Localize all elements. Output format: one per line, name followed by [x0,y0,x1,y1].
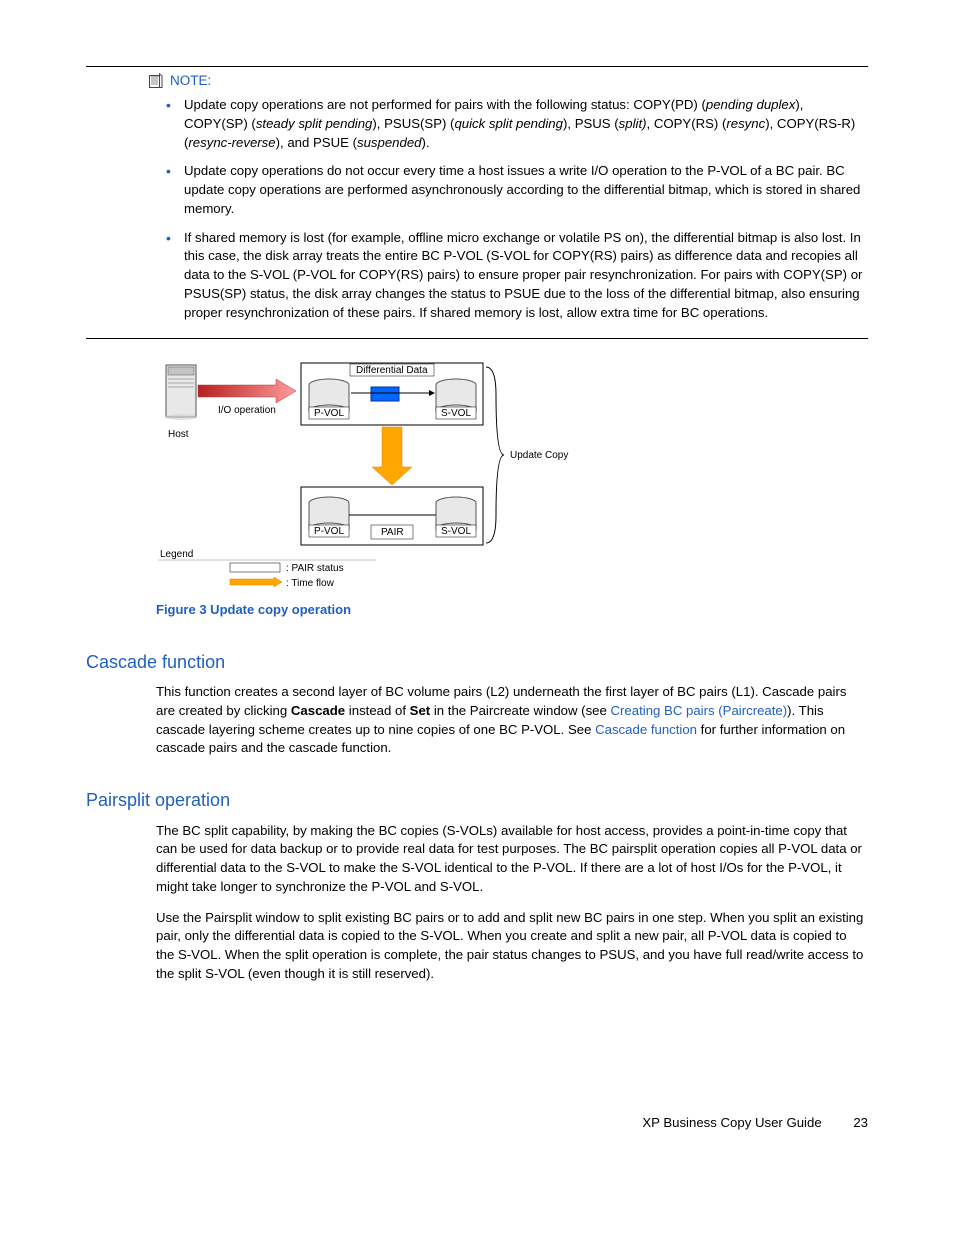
host-label: Host [168,429,189,440]
cascade-bold-2: Set [410,703,431,718]
footer-title: XP Business Copy User Guide [642,1115,821,1130]
document-page: NOTE: Update copy operations are not per… [0,0,954,1172]
figure-caption: Figure 3 Update copy operation [156,601,868,619]
note-bullet-1: Update copy operations are not performed… [184,96,868,152]
legend-pair-text: : PAIR status [286,563,344,574]
figure-diagram: Host I/O operation Differential Data [156,357,636,587]
diff-label: Differential Data [356,365,428,376]
pair-label: PAIR [381,527,404,538]
brace-icon [486,367,504,543]
note-top-rule [86,66,868,67]
note-bullet-list: Update copy operations are not performed… [86,96,868,322]
pairsplit-para-1: The BC split capability, by making the B… [156,822,868,897]
io-arrow-icon [198,379,296,403]
time-flow-arrow-icon [372,427,412,485]
note-header: NOTE: [148,71,868,90]
note-bullet-2: Update copy operations do not occur ever… [184,162,868,218]
svol-bottom-label: S-VOL [441,526,471,537]
legend-title: Legend [160,549,193,560]
svol-top-label: S-VOL [441,408,471,419]
io-label: I/O operation [218,405,276,416]
note-icon [148,73,164,89]
legend-pair-box-icon [230,563,280,572]
pairsplit-para-2: Use the Pairsplit window to split existi… [156,909,868,984]
cascade-function-link[interactable]: Cascade function [595,722,697,737]
host-tower-icon [165,365,197,420]
note-bullet-3: If shared memory is lost (for example, o… [184,229,868,323]
page-footer: XP Business Copy User Guide 23 [86,1114,868,1133]
cascade-paragraph: This function creates a second layer of … [156,683,868,758]
pvol-bottom-label: P-VOL [314,526,344,537]
diff-block-icon [371,387,399,401]
pairsplit-heading: Pairsplit operation [86,788,868,814]
cascade-heading: Cascade function [86,650,868,676]
page-number: 23 [853,1115,868,1130]
note-label: NOTE: [170,71,211,90]
note-bottom-rule [86,338,868,339]
cascade-bold-1: Cascade [291,703,345,718]
update-copy-label: Update Copy [510,450,568,461]
creating-bc-pairs-link[interactable]: Creating BC pairs (Paircreate) [611,703,788,718]
pvol-top-label: P-VOL [314,408,344,419]
legend-arrow-icon [230,577,282,587]
legend-time-text: : Time flow [286,578,335,587]
